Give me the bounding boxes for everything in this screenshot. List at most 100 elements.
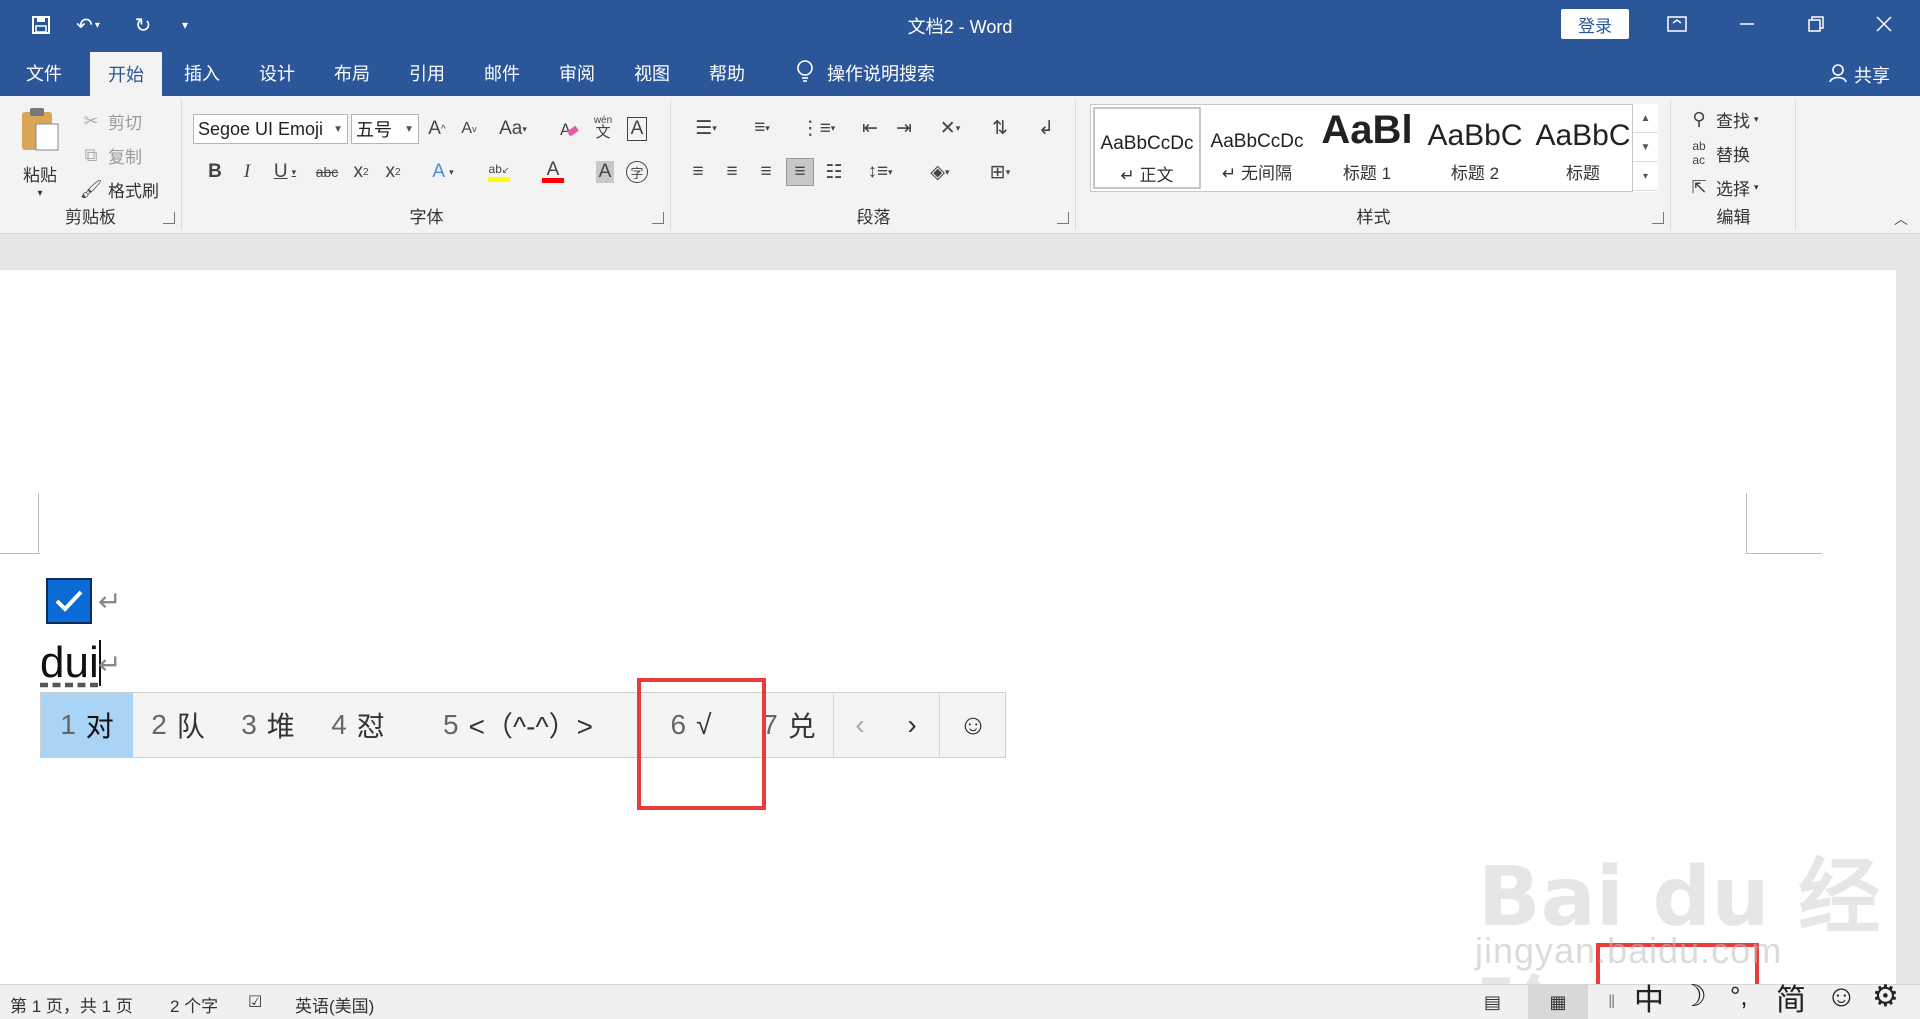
clear-format-icon[interactable]: A — [555, 115, 583, 143]
select-button[interactable]: ⇱ 选择 ▾ — [1686, 174, 1758, 200]
chevron-down-icon[interactable]: ▼ — [1633, 133, 1658, 162]
tab-design[interactable]: 设计 — [241, 50, 313, 96]
tab-review[interactable]: 审阅 — [541, 50, 613, 96]
page-count[interactable]: 第 1 页，共 1 页 — [10, 992, 133, 1017]
italic-icon[interactable]: I — [233, 158, 261, 186]
style-normal[interactable]: AaBbCcDc ↵ 正文 — [1093, 107, 1201, 189]
tab-insert[interactable]: 插入 — [166, 50, 238, 96]
shading-icon[interactable]: ◈ ▾ — [918, 158, 962, 186]
underline-icon[interactable]: U ▾ — [265, 158, 305, 186]
grow-font-icon[interactable]: A ^ — [423, 115, 451, 143]
numbering-icon[interactable]: ≡ ▾ — [740, 114, 784, 142]
multilevel-list-icon[interactable]: ⋮≡ ▾ — [796, 114, 840, 142]
more-styles-icon[interactable]: ▾ — [1633, 162, 1658, 191]
format-painter-button[interactable]: 🖌 格式刷 — [78, 176, 159, 202]
candidate-5[interactable]: 5 <（^-^）> — [403, 693, 633, 757]
distributed-icon[interactable]: ☷ — [820, 158, 848, 186]
cut-button[interactable]: ✂ 剪切 — [78, 108, 142, 134]
candidate-4[interactable]: 4 怼 — [313, 693, 403, 757]
title-bar: ↶ ▾ ↻ ▾ 文档2 - Word 登录 — [0, 0, 1920, 50]
bold-icon[interactable]: B — [201, 158, 229, 186]
font-name-combo[interactable]: Segoe UI Emoji ▼ — [193, 114, 348, 144]
minimize-icon[interactable] — [1727, 8, 1767, 40]
text-effects-icon[interactable]: A ▾ — [423, 158, 463, 186]
ime-candidate-bar: 1 对 2 队 3 堆 4 怼 5 <（^-^）> 6 √ 7 兑 ‹ › ☺ — [40, 692, 1006, 758]
style-heading-2[interactable]: AaBbC 标题 2 — [1421, 107, 1529, 189]
copy-button[interactable]: ⧉ 复制 — [78, 142, 142, 168]
style-title[interactable]: AaBbC 标题 — [1529, 107, 1637, 189]
shrink-font-icon[interactable]: Av — [455, 115, 483, 143]
highlight-icon[interactable]: ab↙ — [479, 158, 519, 186]
chevron-down-icon: ▾ — [1754, 113, 1759, 124]
ribbon-display-icon[interactable] — [1657, 8, 1697, 40]
tab-layout[interactable]: 布局 — [316, 50, 388, 96]
paste-button[interactable]: 粘贴 ▾ — [18, 106, 62, 199]
share-label: 共享 — [1854, 66, 1890, 86]
language-status[interactable]: 英语(美国) — [295, 992, 374, 1017]
find-button[interactable]: ⚲ 查找 ▾ — [1686, 106, 1759, 132]
settings-icon[interactable]: ⚙ — [1872, 974, 1899, 1019]
subscript-icon[interactable]: x2 — [347, 158, 375, 186]
candidate-2[interactable]: 2 队 — [133, 693, 223, 757]
font-launcher-icon[interactable] — [652, 212, 664, 224]
style-heading-1[interactable]: AaBl 标题 1 — [1313, 107, 1421, 189]
superscript-icon[interactable]: x2 — [379, 158, 407, 186]
emoji-icon[interactable]: ☺ — [1826, 974, 1857, 1019]
borders-icon[interactable]: ⊞ ▾ — [978, 158, 1022, 186]
word-count[interactable]: 2 个字 — [170, 992, 218, 1017]
share-button[interactable]: 共享 — [1828, 62, 1890, 88]
character-border-icon[interactable]: A — [623, 115, 651, 143]
status-bar: 第 1 页，共 1 页 2 个字 ☑ 英语(美国) ▤ ▦ ‖ — [0, 984, 1920, 1019]
tab-mailings[interactable]: 邮件 — [466, 50, 538, 96]
change-case-icon[interactable]: Aa ▾ — [493, 115, 533, 143]
align-center-icon[interactable]: ≡ — [718, 158, 746, 186]
style-sample: AaBbC — [1427, 119, 1523, 152]
sort-icon[interactable]: ⇅ — [986, 114, 1014, 142]
style-no-spacing[interactable]: AaBbCcDc ↵ 无间隔 — [1203, 107, 1311, 189]
justify-icon[interactable]: ≡ — [786, 158, 814, 186]
font-color-icon[interactable]: A — [533, 158, 573, 186]
read-mode-icon[interactable]: ▤ — [1484, 992, 1501, 1013]
tab-home[interactable]: 开始 — [90, 52, 162, 96]
paragraph-launcher-icon[interactable] — [1057, 212, 1069, 224]
punctuation-icon[interactable]: °, — [1730, 974, 1748, 1019]
chevron-up-icon[interactable]: ▲ — [1633, 104, 1658, 133]
login-button[interactable]: 登录 — [1561, 9, 1629, 39]
align-left-icon[interactable]: ≡ — [684, 158, 712, 186]
tab-references[interactable]: 引用 — [391, 50, 463, 96]
replace-button[interactable]: ab ac 替换 — [1686, 139, 1750, 167]
proofing-icon[interactable]: ☑ — [248, 992, 262, 1012]
candidate-text: 队 — [176, 711, 205, 742]
increase-indent-icon[interactable]: ⇥ — [890, 114, 918, 142]
show-marks-icon[interactable]: ↲ — [1032, 114, 1060, 142]
collapse-ribbon-icon[interactable]: ︿ — [1894, 209, 1908, 229]
decrease-indent-icon[interactable]: ⇤ — [856, 114, 884, 142]
tell-me-search[interactable]: 操作说明搜索 — [780, 50, 950, 96]
clipboard-launcher-icon[interactable] — [163, 212, 175, 224]
font-size-combo[interactable]: 五号 ▼ — [351, 114, 419, 144]
simplified-toggle[interactable]: 简 — [1776, 974, 1806, 1019]
bullets-icon[interactable]: ☰ ▾ — [684, 114, 728, 142]
close-icon[interactable] — [1864, 8, 1904, 40]
candidate-1[interactable]: 1 对 — [41, 693, 133, 757]
character-shading-icon[interactable]: A — [591, 158, 619, 186]
emoji-icon[interactable]: ☺ — [940, 693, 1006, 757]
style-name: ↵ 正文 — [1120, 166, 1174, 185]
next-page-icon[interactable]: › — [886, 693, 938, 757]
candidate-3[interactable]: 3 堆 — [223, 693, 313, 757]
tab-file[interactable]: 文件 — [8, 50, 80, 96]
align-right-icon[interactable]: ≡ — [752, 158, 780, 186]
phonetic-guide-icon[interactable]: wén 文 — [589, 113, 617, 141]
moon-icon[interactable]: ☽ — [1680, 974, 1707, 1019]
strikethrough-icon[interactable]: abc — [311, 158, 343, 186]
restore-icon[interactable] — [1796, 8, 1836, 40]
enclose-character-icon[interactable]: 字 — [623, 158, 651, 186]
tab-view[interactable]: 视图 — [616, 50, 688, 96]
tab-help[interactable]: 帮助 — [691, 50, 763, 96]
styles-launcher-icon[interactable] — [1652, 212, 1664, 224]
prev-page-icon[interactable]: ‹ — [834, 693, 886, 757]
print-layout-icon[interactable]: ▦ — [1528, 985, 1588, 1019]
chinese-layout-icon[interactable]: ✕ ▾ — [928, 114, 972, 142]
line-spacing-icon[interactable]: ↕≡ ▾ — [858, 158, 902, 186]
ime-mode-toggle[interactable]: 中 — [1634, 974, 1664, 1019]
